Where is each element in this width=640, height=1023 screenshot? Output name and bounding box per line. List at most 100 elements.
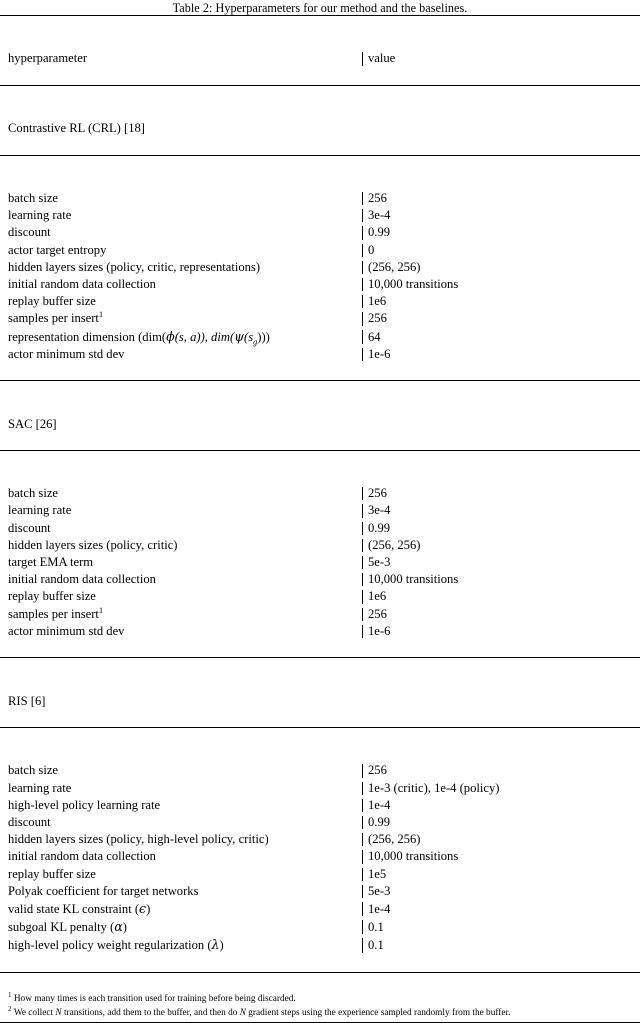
sac-rule-above [0, 380, 640, 399]
ris-section-spacer-top [0, 675, 640, 692]
footnote-1-text: How many times is each transition used f… [13, 994, 296, 1005]
table-row: valid state KL constraint (ϵ) 1e-4 [0, 900, 640, 918]
epsilon-symbol: ϵ [139, 901, 147, 917]
table-row: samples per insert1 256 [0, 310, 640, 327]
alpha-prefix: subgoal KL penalty ( [8, 920, 115, 935]
hyperparameters-table: hyperparameter value Contrastive RL (CRL… [0, 15, 640, 991]
row-key-math-repdim: representation dimension (dim(ϕ(s, a)), … [0, 328, 362, 346]
table-row: replay buffer size 1e6 [0, 293, 640, 310]
row-key: hidden layers sizes (policy, critic, rep… [8, 259, 261, 274]
row-key: batch size [8, 190, 58, 205]
crl-section-rule [0, 154, 640, 173]
row-key: actor target entropy [8, 242, 107, 257]
ris-section-rule [0, 727, 640, 746]
row-value: 1e-4 [362, 900, 640, 918]
row-value: 10,000 transitions [362, 276, 640, 293]
table-row: target EMA term 5e-3 [0, 554, 640, 571]
alpha-symbol: α [114, 919, 123, 935]
row-key-with-footnote: samples per insert1 [0, 310, 362, 327]
table-row: actor target entropy 0 [0, 242, 640, 259]
row-value: 256 [362, 310, 640, 327]
row-value: 0.1 [362, 918, 640, 936]
row-key-math-alpha: subgoal KL penalty (α) [0, 918, 362, 936]
row-key: initial random data collection [8, 276, 156, 291]
sac-section-spacer-bottom [0, 433, 640, 451]
paren-close: ) [219, 938, 224, 953]
row-value: (256, 256) [362, 537, 640, 554]
row-key: learning rate [8, 208, 72, 223]
table-row: hidden layers sizes (policy, high-level … [0, 831, 640, 848]
footnote-2-part-1: We collect [13, 1007, 56, 1018]
row-value: 3e-4 [362, 207, 640, 224]
row-key: target EMA term [8, 555, 94, 570]
row-value: 1e6 [362, 588, 640, 605]
row-value: 5e-3 [362, 554, 640, 571]
table-row: actor minimum std dev 1e-6 [0, 623, 640, 640]
row-key-label: samples per insert [8, 311, 99, 326]
table-bottom-rule [0, 971, 640, 991]
row-key: discount [8, 225, 51, 240]
row-key: replay buffer size [8, 866, 96, 881]
row-value: 1e5 [362, 866, 640, 883]
row-value: 1e-4 [362, 797, 640, 814]
row-value: 256 [362, 485, 640, 502]
section-title-ris: RIS [6] [8, 693, 46, 708]
row-key: discount [8, 520, 51, 535]
row-key: initial random data collection [8, 572, 156, 587]
row-key-math-lambda: high-level policy weight regularization … [0, 936, 362, 954]
row-key: actor minimum std dev [8, 346, 125, 361]
row-value: (256, 256) [362, 259, 640, 276]
section-header-crl: Contrastive RL (CRL) [18] [0, 120, 640, 137]
row-value: 0.1 [362, 936, 640, 954]
row-value: 3e-4 [362, 502, 640, 519]
row-key: learning rate [8, 503, 72, 518]
row-key-label: samples per insert [8, 606, 99, 621]
table-row: subgoal KL penalty (α) 0.1 [0, 918, 640, 936]
table-row: initial random data collection 10,000 tr… [0, 571, 640, 588]
row-key: actor minimum std dev [8, 623, 125, 638]
table-row: discount 0.99 [0, 814, 640, 831]
row-key-math-epsilon: valid state KL constraint (ϵ) [0, 900, 362, 918]
crl-end-spacer [0, 363, 640, 381]
row-value: (256, 256) [362, 831, 640, 848]
row-key: replay buffer size [8, 294, 96, 309]
row-key: high-level policy learning rate [8, 797, 161, 812]
table-row: samples per insert1 256 [0, 606, 640, 623]
sac-rows-spacer [0, 468, 640, 485]
crl-section-spacer-top [0, 103, 640, 120]
section-title-crl: Contrastive RL (CRL) [18] [8, 121, 145, 136]
table-row: high-level policy learning rate 1e-4 [0, 797, 640, 814]
row-value: 0 [362, 242, 640, 259]
sac-section-rule [0, 449, 640, 469]
crl-section-spacer-bottom [0, 137, 640, 155]
paren-close: ) [146, 902, 151, 917]
footnote-2: 2 We collect N transitions, add them to … [0, 1005, 640, 1021]
row-value: 0.99 [362, 224, 640, 241]
sac-section-spacer-top [0, 398, 640, 415]
table-page: Table 2: Hyperparameters for our method … [0, 0, 640, 1023]
row-key: Polyak coefficient for target networks [8, 883, 199, 898]
footnote-2-part-2: transitions, add them to the buffer, and… [61, 1007, 240, 1018]
column-header-value: value [362, 50, 640, 67]
row-value: 1e-6 [362, 623, 640, 640]
row-key: batch size [8, 486, 58, 501]
header-rule [0, 84, 640, 103]
table-row: discount 0.99 [0, 224, 640, 241]
table-row: learning rate 1e-3 (critic), 1e-4 (polic… [0, 780, 640, 797]
section-header-sac: SAC [26] [0, 416, 640, 433]
header-spacer-bottom [0, 68, 640, 86]
ris-end-spacer [0, 955, 640, 973]
ris-rows-spacer [0, 745, 640, 762]
row-key: batch size [8, 763, 58, 778]
row-value: 10,000 transitions [362, 571, 640, 588]
table-row: hidden layers sizes (policy, critic, rep… [0, 259, 640, 276]
row-value: 1e-6 [362, 346, 640, 363]
row-key-with-footnote: samples per insert1 [0, 606, 362, 623]
row-key: learning rate [8, 780, 72, 795]
header-spacer-top [0, 33, 640, 50]
crl-rows-spacer [0, 173, 640, 190]
table-row: batch size 256 [0, 190, 640, 207]
footnote-2-part-3: gradient steps using the experience samp… [245, 1007, 511, 1018]
table-row: representation dimension (dim(ϕ(s, a)), … [0, 328, 640, 346]
table-body: hyperparameter value Contrastive RL (CRL… [0, 15, 640, 991]
